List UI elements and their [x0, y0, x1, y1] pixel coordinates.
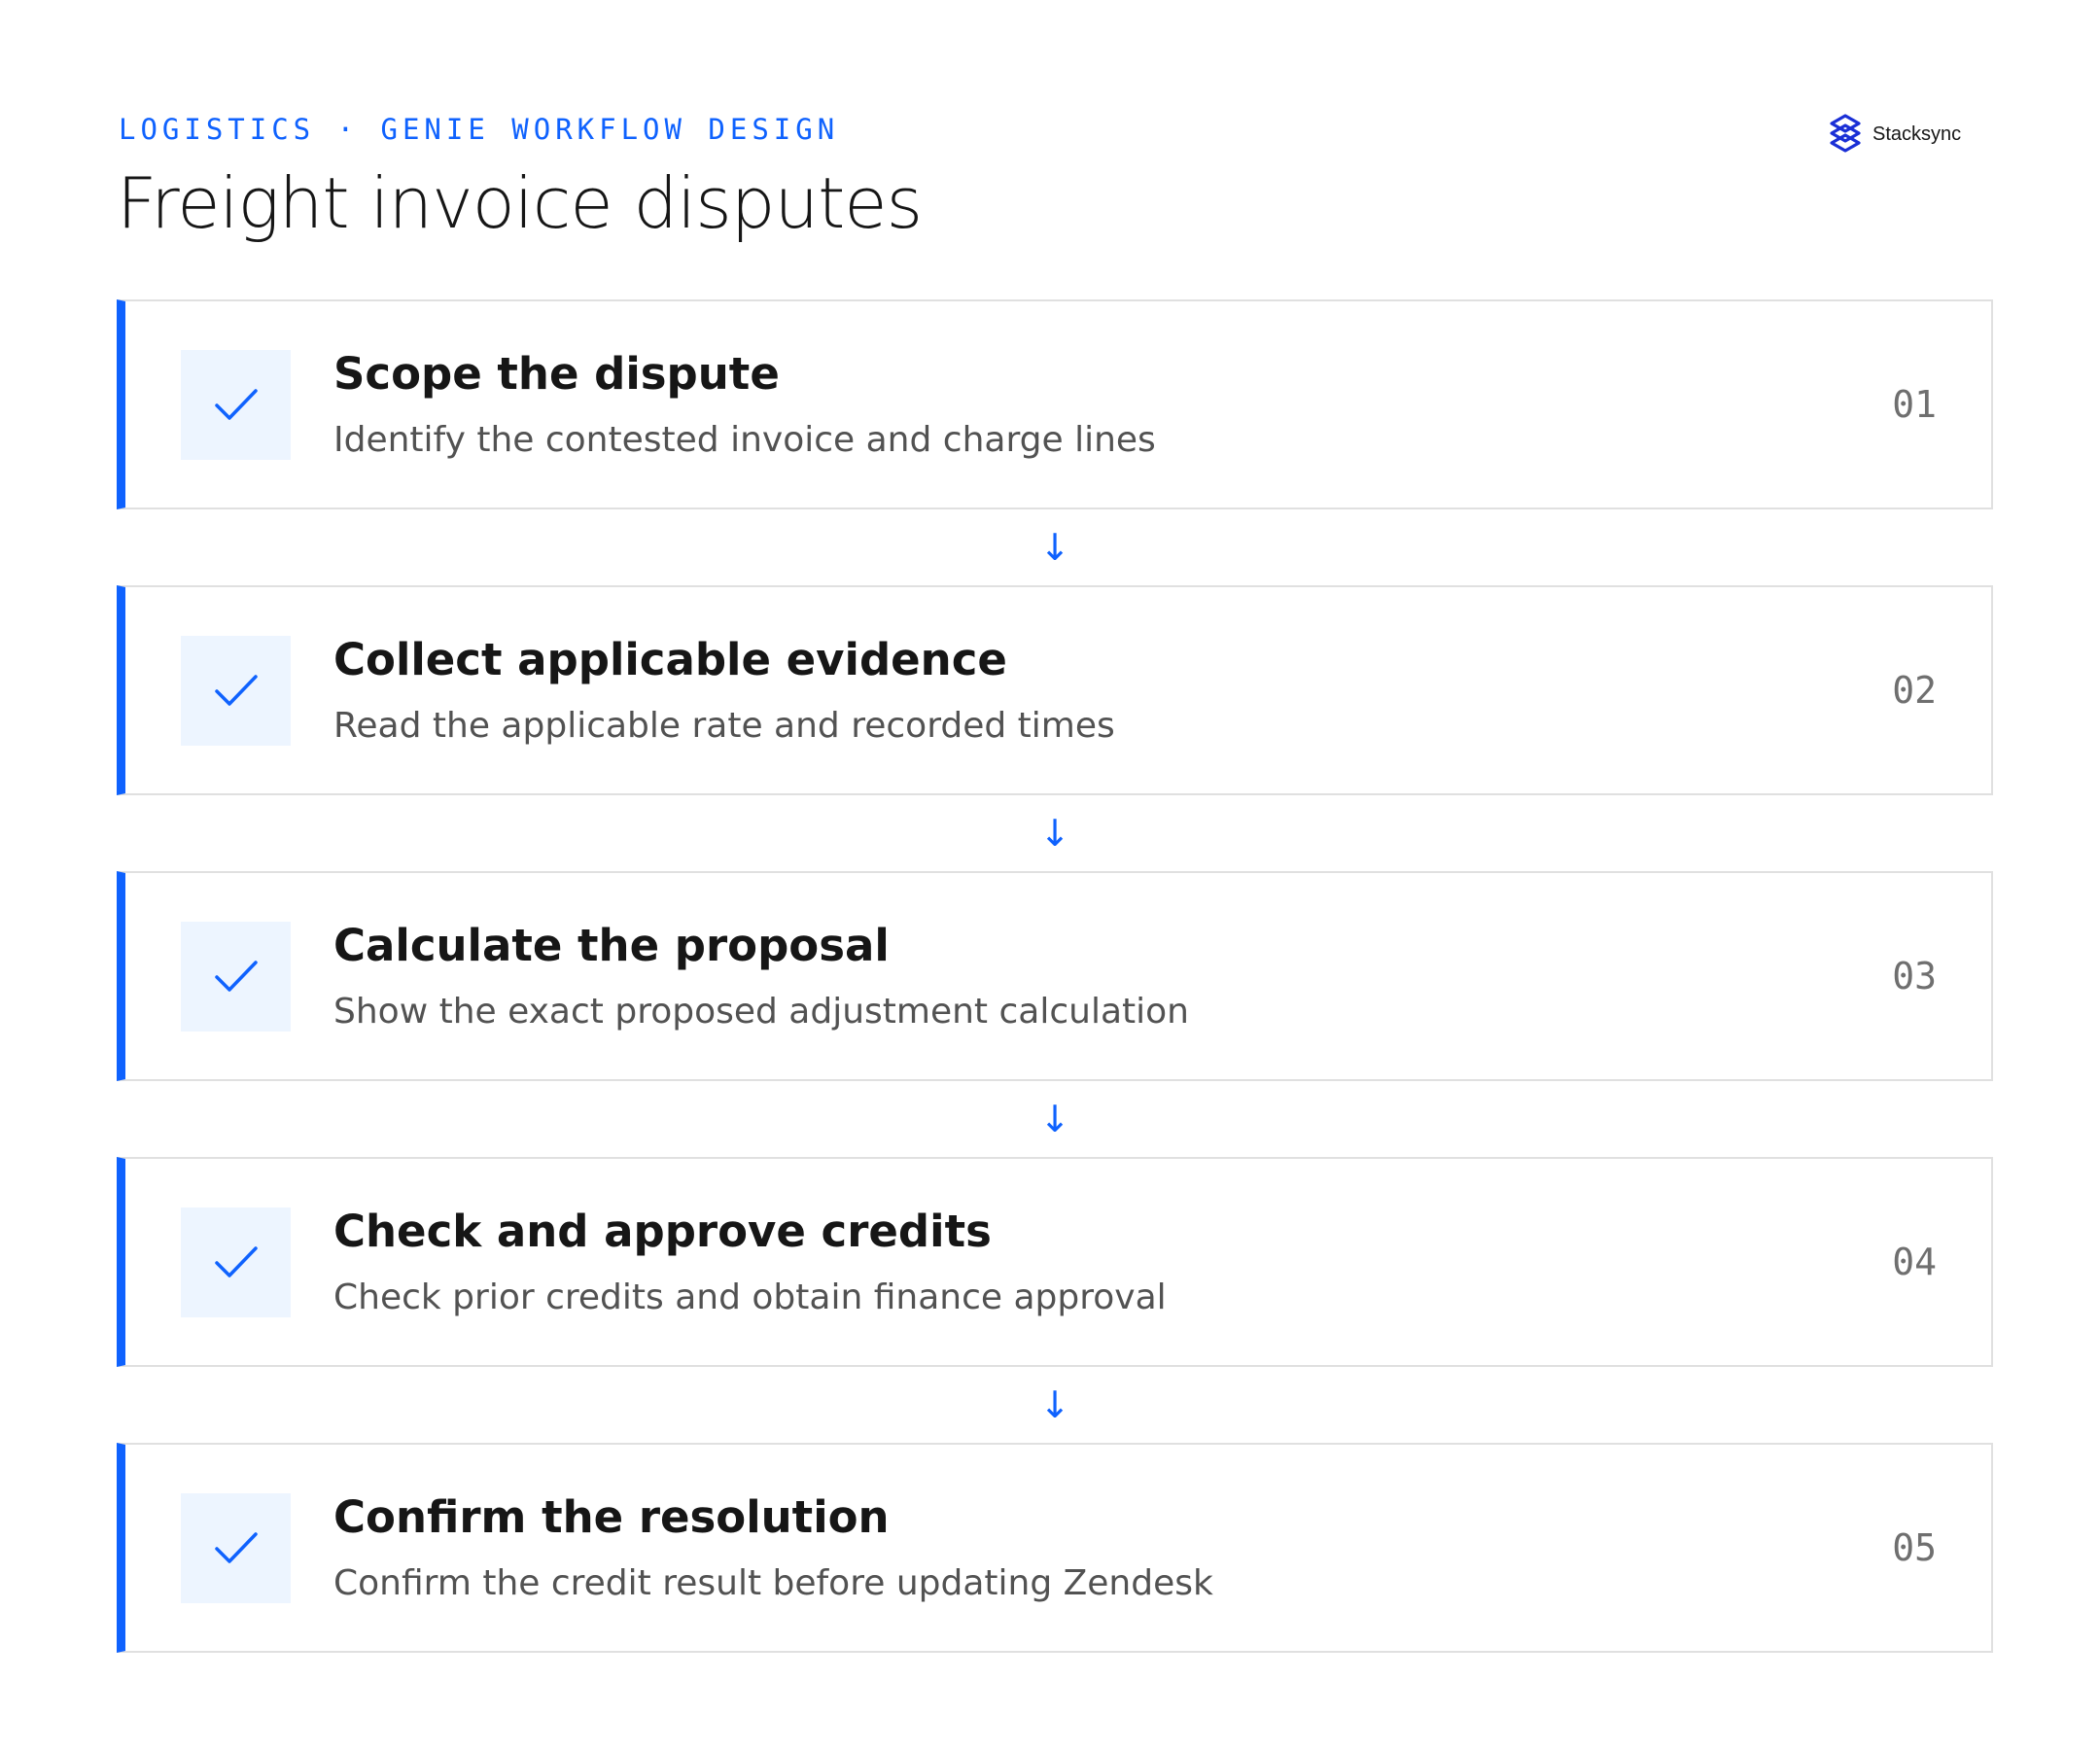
workflow-step-card[interactable]: Collect applicable evidence Read the appl… — [117, 585, 1993, 795]
step-status — [181, 1208, 291, 1317]
checkmark-icon — [214, 960, 258, 992]
checkmark-icon — [214, 388, 258, 420]
arrow-down-icon: ↓ — [1039, 1098, 1070, 1140]
step-title: Check and approve credits — [333, 1206, 992, 1257]
checkmark-icon — [214, 674, 258, 706]
workflow-step-card[interactable]: Scope the dispute Identify the contested … — [117, 299, 1993, 509]
step-title: Confirm the resolution — [333, 1491, 890, 1543]
step-number: 03 — [1892, 955, 1937, 998]
stacksync-logo-icon — [1830, 114, 1861, 153]
checkmark-icon — [214, 1531, 258, 1563]
step-status — [181, 922, 291, 1032]
workflow-step-card[interactable]: Confirm the resolution Confirm the credit… — [117, 1443, 1993, 1653]
logo-wordmark: Stacksync — [1872, 122, 1962, 145]
step-description: Identify the contested invoice and charg… — [333, 420, 1156, 460]
step-description: Check prior credits and obtain finance a… — [333, 1278, 1167, 1317]
step-description: Show the exact proposed adjustment calcu… — [333, 992, 1189, 1032]
workflow-step-card[interactable]: Check and approve credits Check prior cre… — [117, 1157, 1993, 1367]
step-title: Calculate the proposal — [333, 920, 890, 971]
step-number: 01 — [1892, 383, 1937, 426]
eyebrow-label: LOGISTICS · GENIE WORKFLOW DESIGN — [119, 113, 840, 146]
step-status — [181, 1493, 291, 1603]
step-status — [181, 350, 291, 460]
step-description: Read the applicable rate and recorded ti… — [333, 706, 1115, 746]
step-status — [181, 636, 291, 746]
step-description: Confirm the credit result before updatin… — [333, 1563, 1213, 1603]
arrow-down-icon: ↓ — [1039, 812, 1070, 855]
arrow-down-icon: ↓ — [1039, 526, 1070, 569]
brand-logo: Stacksync — [1826, 113, 1961, 156]
workflow-step-card[interactable]: Calculate the proposal Show the exact pro… — [117, 871, 1993, 1081]
step-number: 02 — [1892, 669, 1937, 712]
step-title: Collect applicable evidence — [333, 634, 1007, 685]
arrow-down-icon: ↓ — [1039, 1383, 1070, 1426]
checkmark-icon — [214, 1245, 258, 1278]
step-number: 04 — [1892, 1241, 1937, 1283]
step-title: Scope the dispute — [333, 348, 780, 400]
workflow-steps: Scope the dispute Identify the contested … — [117, 299, 1993, 1653]
page-title: Freight invoice disputes — [117, 162, 923, 244]
step-number: 05 — [1892, 1526, 1937, 1569]
